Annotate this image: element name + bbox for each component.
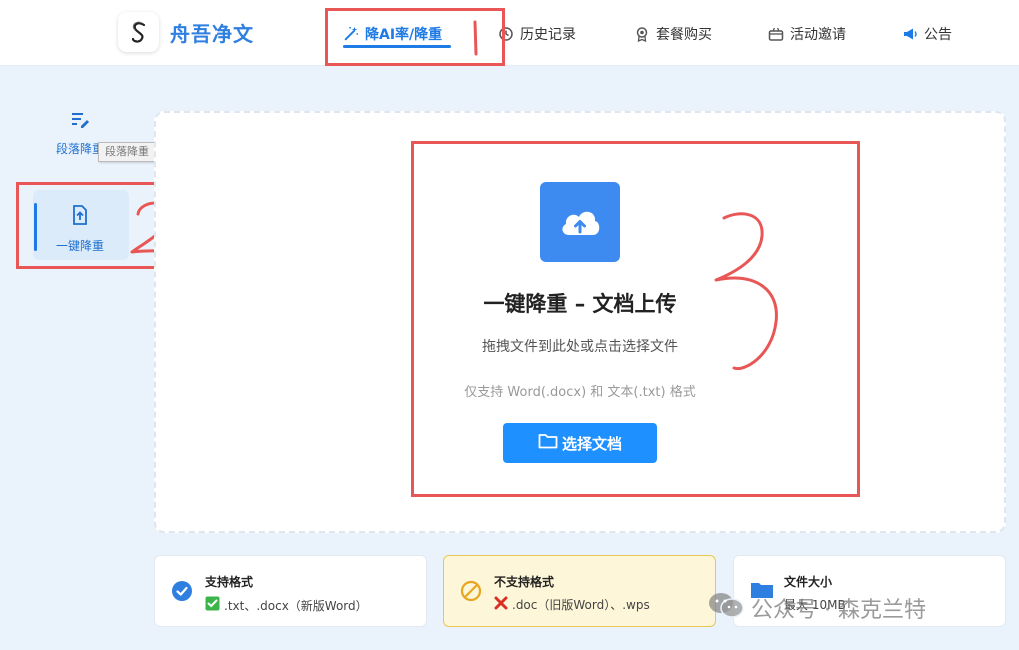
card-unsupported-formats: 不支持格式 .doc（旧版Word）、.wps (443, 555, 716, 627)
card-text-row: .txt、.docx（新版Word） (205, 596, 368, 614)
check-circle-icon (171, 580, 193, 602)
red-cross-icon (494, 596, 508, 613)
annotation-number-1 (473, 20, 478, 56)
logo-s-icon (131, 21, 145, 43)
card-title: 文件大小 (784, 575, 833, 589)
wechat-icon (707, 590, 745, 626)
badge-icon (634, 26, 650, 42)
card-supported-formats: 支持格式 .txt、.docx（新版Word） (154, 555, 427, 627)
top-header: 舟吾净文 降AI率/降重 历史记录 套餐购买 活动邀请 公告 (0, 0, 1019, 66)
nav-label: 套餐购买 (656, 27, 712, 43)
card-text: .txt、.docx（新版Word） (224, 598, 368, 613)
card-text-row: .doc（旧版Word）、.wps (494, 596, 650, 613)
card-title: 支持格式 (205, 575, 254, 589)
nav-label: 历史记录 (520, 27, 576, 43)
brand-name: 舟吾净文 (170, 22, 254, 46)
nav-tab-packages[interactable]: 套餐购买 (634, 24, 712, 44)
card-title: 不支持格式 (494, 575, 555, 589)
nav-label: 公告 (924, 27, 952, 43)
nav-tab-invite[interactable]: 活动邀请 (768, 24, 846, 44)
sidebar-tooltip: 段落降重 (98, 142, 156, 162)
nav-tab-announcement[interactable]: 公告 (902, 24, 952, 44)
annotation-box-3 (411, 141, 860, 497)
app-logo[interactable] (118, 12, 159, 52)
nav-tab-history[interactable]: 历史记录 (498, 24, 576, 44)
green-check-box-icon (205, 596, 220, 614)
nav-label: 活动邀请 (790, 27, 846, 43)
annotation-number-3 (714, 212, 778, 371)
watermark: 公众号 · 森克兰特 (707, 590, 926, 626)
gift-box-icon (768, 26, 784, 42)
watermark-text: 公众号 · 森克兰特 (751, 598, 926, 623)
card-text: .doc（旧版Word）、.wps (512, 598, 650, 612)
forbidden-icon (460, 580, 482, 602)
megaphone-icon (902, 26, 918, 42)
paragraph-edit-icon (69, 109, 91, 134)
sidebar-item-label: 段落降重 (55, 142, 104, 156)
